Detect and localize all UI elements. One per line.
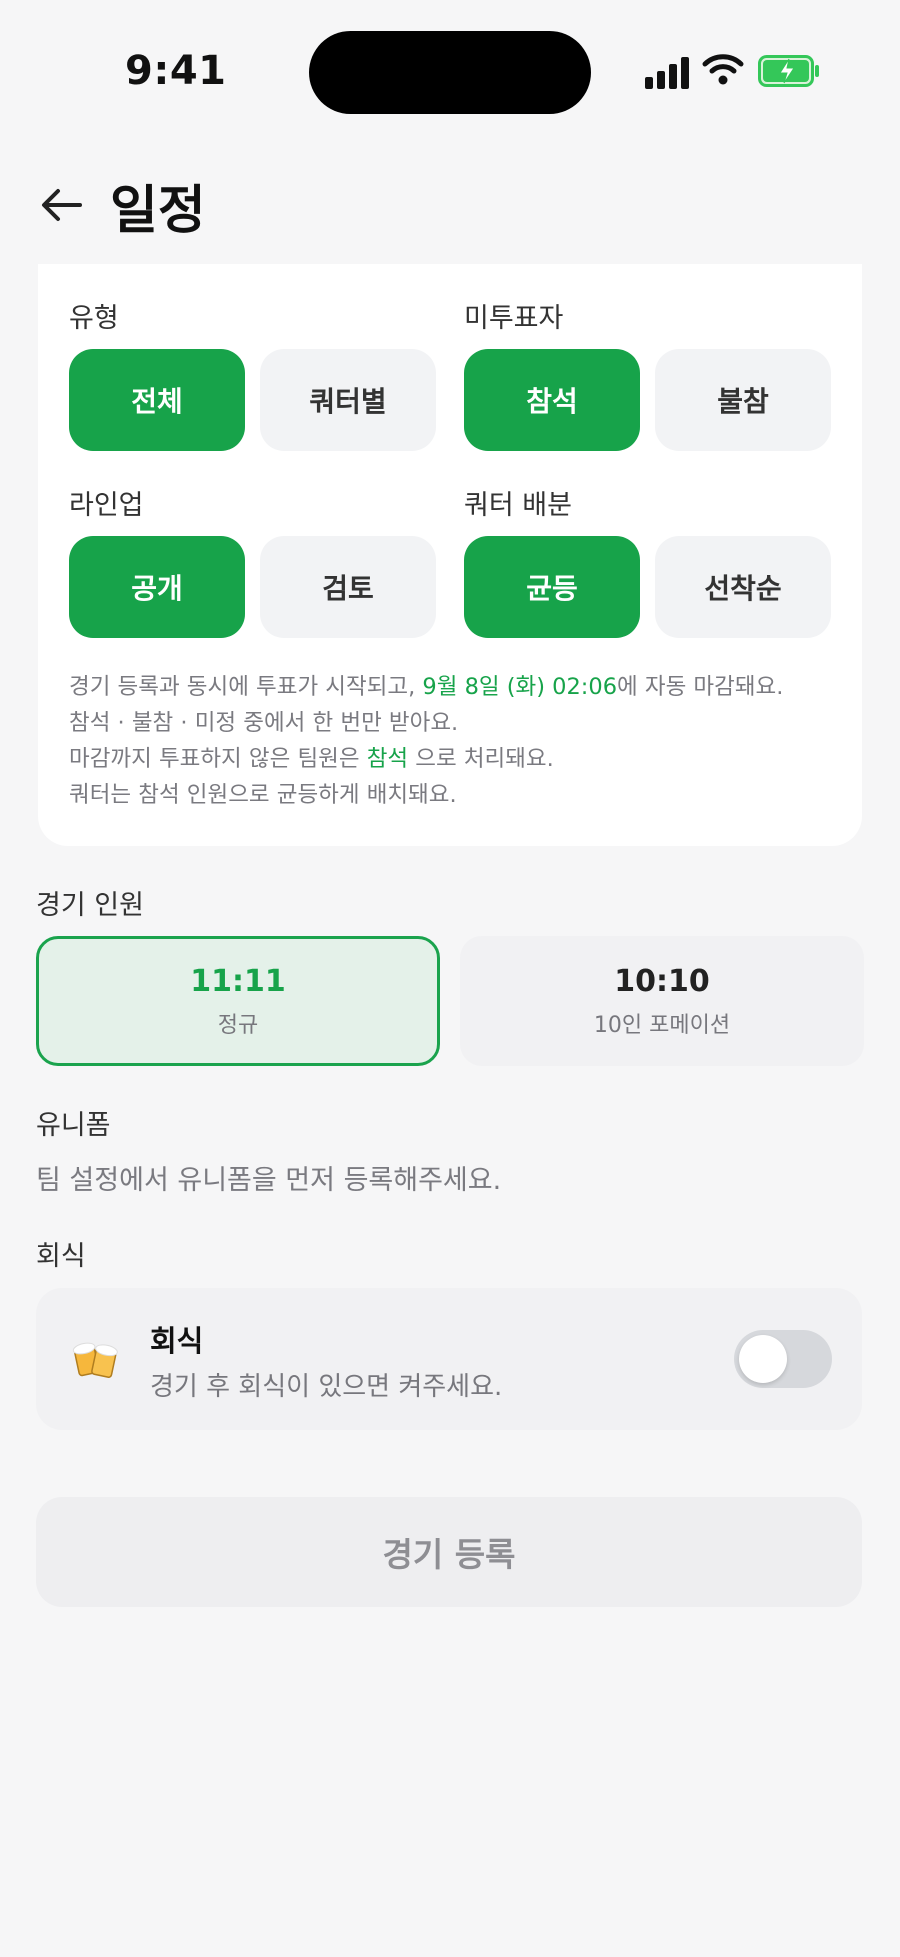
- attend-highlight: 참석: [366, 746, 409, 772]
- dinner-label: 회식: [36, 1241, 86, 1272]
- dynamic-island: [309, 31, 591, 114]
- non-voter-label: 미투표자: [464, 303, 564, 334]
- note-text: 에 자동 마감돼요.: [617, 674, 784, 700]
- vote-notes: 경기 등록과 동시에 투표가 시작되고, 9월 8일 (화) 02:06에 자동…: [69, 669, 849, 813]
- note-line-1: 경기 등록과 동시에 투표가 시작되고, 9월 8일 (화) 02:06에 자동…: [69, 669, 849, 705]
- deadline-highlight: 9월 8일 (화) 02:06: [422, 674, 618, 700]
- toggle-knob: [739, 1335, 787, 1383]
- wifi-icon: [702, 54, 744, 85]
- quarter-first-come-button[interactable]: 선착순: [655, 536, 831, 638]
- note-line-2: 참석 · 불참 · 미정 중에서 한 번만 받아요.: [69, 710, 459, 736]
- type-label: 유형: [69, 303, 119, 334]
- size-option-main: 11:11: [190, 963, 286, 999]
- cellular-signal-icon: [645, 55, 689, 89]
- note-line-4: 쿼터는 참석 인원으로 균등하게 배치돼요.: [69, 782, 457, 808]
- dinner-card: 회식 경기 후 회식이 있으면 켜주세요.: [36, 1288, 862, 1430]
- type-all-button[interactable]: 전체: [69, 349, 245, 451]
- app-header: 일정: [0, 160, 900, 250]
- note-text: 경기 등록과 동시에 투표가 시작되고,: [69, 674, 423, 700]
- note-line-3: 마감까지 투표하지 않은 팀원은 참석 으로 처리돼요.: [69, 741, 849, 777]
- uniform-label: 유니폼: [36, 1110, 111, 1141]
- battery-charging-icon: [758, 55, 819, 87]
- dinner-title: 회식: [150, 1324, 204, 1358]
- non-voter-absent-button[interactable]: 불참: [655, 349, 831, 451]
- dinner-description: 경기 후 회식이 있으면 켜주세요.: [150, 1372, 503, 1402]
- back-arrow-icon: [42, 189, 82, 221]
- quarter-allocation-label: 쿼터 배분: [464, 490, 572, 521]
- non-voter-attend-button[interactable]: 참석: [464, 349, 640, 451]
- status-time: 9:41: [125, 48, 227, 94]
- register-match-button[interactable]: 경기 등록: [36, 1497, 862, 1607]
- page-title: 일정: [110, 181, 206, 241]
- size-option-sub: 정규: [217, 1012, 259, 1038]
- beer-mugs-icon: [72, 1342, 118, 1378]
- dinner-toggle[interactable]: [734, 1330, 832, 1388]
- uniform-message: 팀 설정에서 유니폼을 먼저 등록해주세요.: [36, 1165, 502, 1196]
- lineup-review-button[interactable]: 검토: [260, 536, 436, 638]
- size-option-sub: 10인 포메이션: [593, 1012, 731, 1038]
- quarter-equal-button[interactable]: 균등: [464, 536, 640, 638]
- lineup-public-button[interactable]: 공개: [69, 536, 245, 638]
- note-text: 으로 처리돼요.: [408, 746, 554, 772]
- size-option-10v10[interactable]: 10:10 10인 포메이션: [460, 936, 864, 1066]
- vote-settings-card: 유형 전체 쿼터별 미투표자 참석 불참 라인업 공개 검토 쿼터 배분 균등 …: [38, 264, 862, 846]
- match-size-label: 경기 인원: [36, 890, 144, 921]
- lineup-label: 라인업: [69, 490, 144, 521]
- status-bar: 9:41: [0, 0, 900, 150]
- type-by-quarter-button[interactable]: 쿼터별: [260, 349, 436, 451]
- note-text: 마감까지 투표하지 않은 팀원은: [69, 746, 367, 772]
- size-option-main: 10:10: [614, 963, 710, 999]
- size-option-11v11[interactable]: 11:11 정규: [36, 936, 440, 1066]
- back-button[interactable]: [36, 180, 86, 230]
